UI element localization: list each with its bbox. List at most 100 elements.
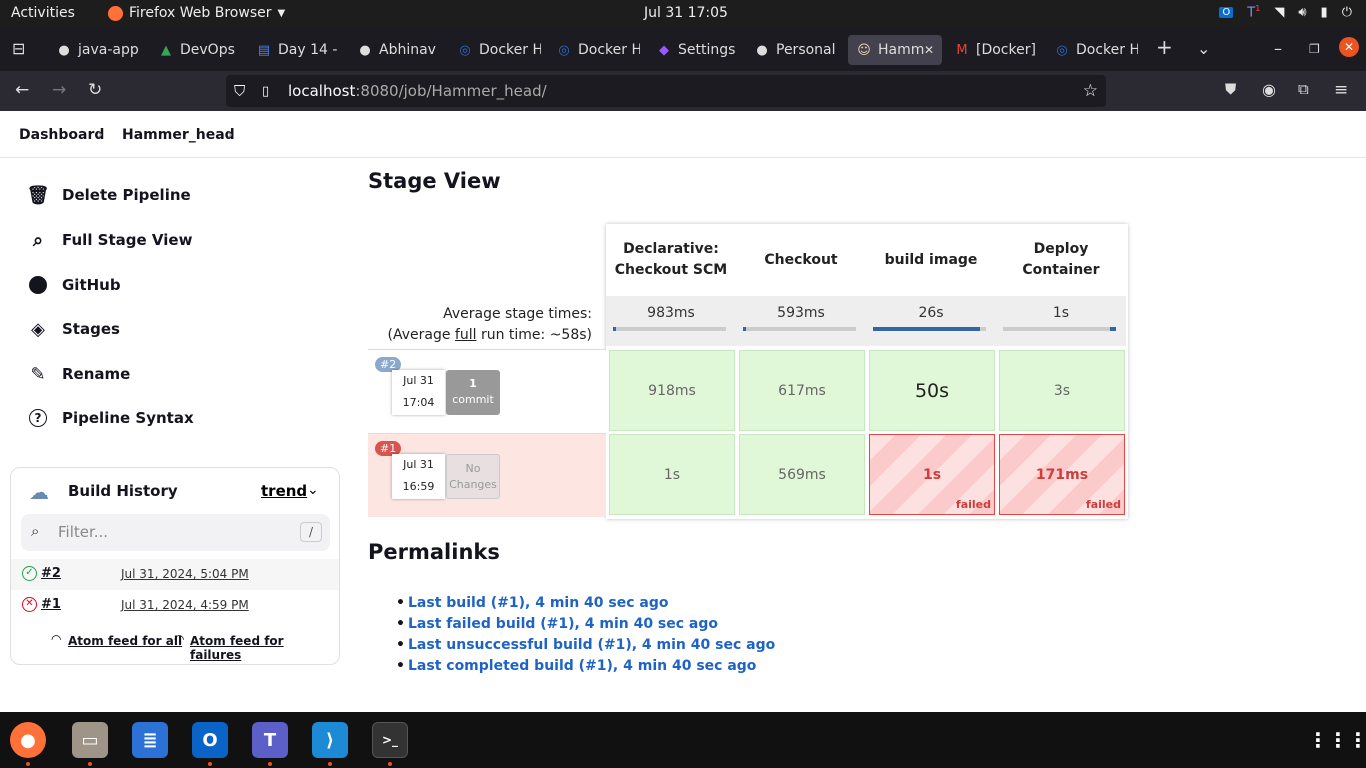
power-menu-icon[interactable]: ⏻ (1342, 5, 1352, 20)
tab-5[interactable]: ◎ Docker H (548, 35, 640, 65)
terminal-icon[interactable]: >_ (372, 722, 408, 758)
app-menu[interactable]: Firefox Web Browser ▼ (108, 5, 285, 21)
drive-icon: ▲ (161, 42, 171, 58)
stage-cell[interactable]: 1s failed (869, 434, 995, 515)
url-bar[interactable]: ⛉ ▯ localhost:8080/job/Hammer_head/ ☆ (226, 75, 1106, 107)
chevron-right-icon[interactable]: › (227, 127, 233, 143)
permalink-last-failed[interactable]: Last failed build (#1), 4 min 40 sec ago (396, 616, 718, 632)
permalink-last-build[interactable]: Last build (#1), 4 min 40 sec ago (396, 595, 668, 611)
running-indicator (26, 762, 30, 766)
build-date[interactable]: Jul 31, 2024, 5:04 PM (121, 567, 249, 581)
account-icon[interactable]: ◉ (1262, 80, 1276, 99)
filter-placeholder: Filter... (58, 523, 109, 541)
run-row[interactable]: #1 Jul 31 16:59 No Changes (368, 433, 606, 517)
teams-tray-icon[interactable]: T1 (1247, 4, 1260, 20)
tab-3[interactable]: ● Abhinav (349, 35, 441, 65)
shield-icon[interactable]: ⛉ (234, 82, 256, 100)
permalink-last-completed[interactable]: Last completed build (#1), 4 min 40 sec … (396, 658, 756, 674)
permalink-last-unsuccessful[interactable]: Last unsuccessful build (#1), 4 min 40 s… (396, 637, 775, 653)
run-changes-count: No (465, 462, 481, 475)
breadcrumb-dashboard[interactable]: Dashboard (19, 127, 104, 143)
page-info-icon[interactable]: ▯ (262, 84, 282, 99)
stage-header: Declarative: Checkout SCM (614, 241, 728, 278)
weather-icon: ☁ (29, 480, 49, 504)
battery-icon[interactable]: ▮ (1321, 5, 1328, 20)
chevron-down-icon[interactable]: ⌄ (307, 482, 319, 498)
sidebar-item-label: Pipeline Syntax (62, 409, 194, 427)
build-filter-input[interactable]: ⌕ Filter... / (21, 514, 330, 551)
bookmark-star-icon[interactable]: ☆ (1083, 81, 1098, 101)
minimize-button[interactable]: – (1274, 39, 1282, 58)
tab-8[interactable]: ☺ Hamm ✕ (848, 35, 942, 65)
firefox-icon (108, 5, 123, 21)
sidebar-item-stages[interactable]: ◈ Stages (28, 319, 120, 340)
run-date-box: Jul 31 17:04 (392, 370, 445, 415)
trend-link[interactable]: trend (261, 482, 307, 500)
tab-label: Settings (678, 42, 736, 58)
run-changes[interactable]: No Changes (446, 454, 500, 499)
sidebar-item-delete-pipeline[interactable]: 🗑︎ Delete Pipeline (27, 185, 191, 206)
reload-button[interactable]: ↻ (88, 80, 102, 100)
stage-cell[interactable]: 1s (609, 434, 735, 515)
build-link[interactable]: #1 (41, 597, 61, 612)
tab-7[interactable]: ● Personal (746, 35, 838, 65)
tab-0[interactable]: ● java-app (48, 35, 140, 65)
tab-4[interactable]: ◎ Docker H (449, 35, 541, 65)
list-all-tabs-icon[interactable]: ⌄ (1197, 39, 1210, 58)
sidebar-item-rename[interactable]: ✎ Rename (28, 364, 130, 385)
stage-cell[interactable]: 569ms (739, 434, 865, 515)
vscode-icon[interactable]: ⟩ (312, 722, 348, 758)
tab-label: Docker H (578, 42, 640, 58)
new-tab-button[interactable]: + (1156, 35, 1173, 59)
back-button[interactable]: ← (15, 80, 29, 100)
atom-feed-failures-link[interactable]: Atom feed for failures (190, 634, 339, 662)
sidebar-item-pipeline-syntax[interactable]: ? Pipeline Syntax (28, 408, 194, 428)
avg-full-link[interactable]: full (455, 327, 477, 343)
teams-icon[interactable]: T (252, 722, 288, 758)
files-icon[interactable]: ▭ (72, 722, 108, 758)
menu-icon[interactable]: ≡ (1334, 80, 1348, 100)
activities-button[interactable]: Activities (11, 5, 75, 21)
sidebar-item-full-stage-view[interactable]: ⌕ Full Stage View (28, 230, 192, 251)
text-editor-icon[interactable]: ≣ (132, 722, 168, 758)
stage-cell[interactable]: 3s (999, 350, 1125, 431)
stage-cell[interactable]: 50s (869, 350, 995, 431)
clock[interactable]: Jul 31 17:05 (644, 5, 728, 21)
outlook-tray-icon[interactable]: O (1219, 6, 1234, 18)
close-tab-icon[interactable]: ✕ (924, 43, 934, 57)
run-row[interactable]: #2 Jul 31 17:04 1 commit (368, 349, 606, 433)
pocket-icon[interactable]: ⛊ (1225, 80, 1236, 98)
tab-2[interactable]: ▤ Day 14 - (248, 35, 340, 65)
stage-cell[interactable]: 918ms (609, 350, 735, 431)
stage-cell-duration: 171ms (1035, 466, 1089, 483)
show-apps-icon[interactable]: ⋮⋮⋮ (1308, 722, 1366, 758)
firefox-icon[interactable]: ● (10, 722, 46, 758)
filter-shortcut: / (300, 522, 322, 542)
breadcrumb-job[interactable]: Hammer_head (122, 127, 235, 143)
build-history-panel: ☁ Build History trend ⌄ ⌕ Filter... / ✓ … (10, 467, 340, 665)
permalinks-title: Permalinks (368, 540, 500, 564)
wifi-icon[interactable]: ◥ (1274, 5, 1284, 20)
outlook-icon[interactable]: O (192, 722, 228, 758)
stage-cell[interactable]: 617ms (739, 350, 865, 431)
tab-6[interactable]: ◆ Settings (648, 35, 740, 65)
build-row[interactable]: ✕ #1 Jul 31, 2024, 4:59 PM (11, 590, 339, 621)
atom-feed-all-link[interactable]: Atom feed for all (68, 634, 182, 648)
firefox-view-icon[interactable]: ⊟ (12, 39, 25, 58)
stage-average-time: 26s (918, 305, 944, 321)
stage-cell[interactable]: 171ms failed (999, 434, 1125, 515)
tab-10[interactable]: ◎ Docker H (1046, 35, 1138, 65)
volume-icon[interactable]: 🔊︎ (1298, 5, 1306, 20)
maximize-button[interactable]: ❐ (1309, 42, 1320, 56)
close-window-button[interactable]: ✕ (1339, 37, 1359, 57)
system-tray[interactable]: O T1 ◥ 🔊︎ ▮ ⏻ (1219, 4, 1352, 20)
build-row[interactable]: ✓ #2 Jul 31, 2024, 5:04 PM (11, 559, 339, 590)
tab-9[interactable]: M [Docker] (946, 35, 1038, 65)
build-link[interactable]: #2 (41, 566, 61, 581)
forward-button[interactable]: → (52, 80, 66, 100)
build-date[interactable]: Jul 31, 2024, 4:59 PM (121, 598, 249, 612)
run-changes[interactable]: 1 commit (446, 370, 500, 415)
tab-1[interactable]: ▲ DevOps (150, 35, 242, 65)
extensions-icon[interactable]: ⧉ (1298, 80, 1309, 98)
sidebar-item-github[interactable]: GitHub (28, 275, 121, 295)
